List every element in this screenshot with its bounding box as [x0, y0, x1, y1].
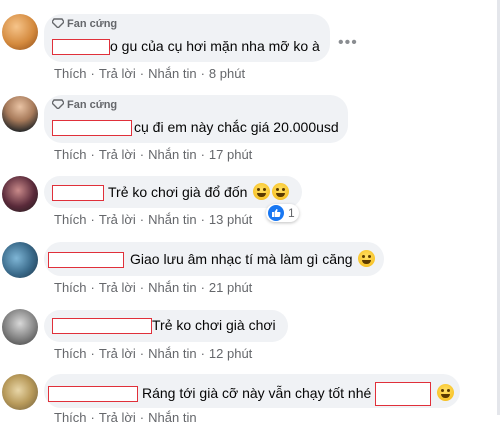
comment-bubble: Fan cứng o gu của cụ hơi mặn nha mỡ ko à — [44, 14, 330, 62]
avatar[interactable] — [2, 309, 38, 345]
diamond-icon — [52, 18, 64, 28]
diamond-icon — [52, 99, 64, 109]
laughing-emoji-icon — [272, 183, 290, 200]
comment-actions: Thích · Trả lời · Nhắn tin · 13 phút — [54, 212, 252, 227]
comment-bubble: Fan cứng cụ đi em này chắc giá 20.000usd — [44, 95, 348, 143]
avatar[interactable] — [2, 176, 38, 212]
comment-text-line: o gu của cụ hơi mặn nha mỡ ko à — [52, 38, 320, 55]
like-link[interactable]: Thích — [54, 147, 87, 162]
comment-text: Trẻ ko chơi già đổ đốn — [108, 184, 248, 200]
separator: · — [139, 66, 145, 81]
separator: · — [90, 280, 95, 295]
reaction-summary[interactable]: 1 — [266, 204, 299, 222]
like-link[interactable]: Thích — [54, 346, 87, 361]
comment-text-line: Trẻ ko chơi già đổ đốn — [52, 183, 290, 201]
separator: · — [200, 147, 205, 162]
separator: · — [200, 212, 205, 227]
comment-text-line: cụ đi em này chắc giá 20.000usd — [52, 119, 339, 136]
separator: · — [90, 66, 95, 81]
timestamp[interactable]: 13 phút — [209, 212, 252, 227]
separator: · — [90, 147, 95, 162]
redacted-name — [52, 39, 110, 55]
redacted-name — [52, 185, 104, 201]
message-link[interactable]: Nhắn tin — [148, 147, 196, 162]
reply-link[interactable]: Trả lời — [99, 410, 136, 425]
comment-actions: Thích · Trả lời · Nhắn tin — [54, 410, 197, 425]
comment-actions: Thích · Trả lời · Nhắn tin · 8 phút — [54, 66, 245, 81]
reply-link[interactable]: Trả lời — [99, 346, 136, 361]
comment-actions: Thích · Trả lời · Nhắn tin · 21 phút — [54, 280, 252, 295]
reply-link[interactable]: Trả lời — [99, 147, 136, 162]
separator: · — [90, 346, 95, 361]
fan-badge-label: Fan cứng — [67, 99, 118, 111]
laughing-emoji-icon — [253, 183, 271, 200]
separator: · — [90, 410, 95, 425]
fan-badge: Fan cứng — [52, 18, 117, 30]
separator: · — [200, 66, 205, 81]
separator: · — [139, 410, 145, 425]
comment-text: Ráng tới già cỡ này vẫn chạy tốt nhé — [142, 385, 372, 401]
redacted-name — [52, 120, 132, 136]
timestamp[interactable]: 8 phút — [209, 66, 245, 81]
like-link[interactable]: Thích — [54, 280, 87, 295]
like-thumb-icon — [268, 205, 284, 221]
like-link[interactable]: Thích — [54, 410, 87, 425]
laughing-emoji-icon — [437, 384, 455, 401]
laughing-emoji-icon — [358, 250, 376, 267]
redacted-region — [375, 382, 432, 406]
reply-link[interactable]: Trả lời — [99, 280, 136, 295]
separator: · — [200, 346, 205, 361]
reply-link[interactable]: Trả lời — [99, 212, 136, 227]
fan-badge: Fan cứng — [52, 99, 117, 111]
message-link[interactable]: Nhắn tin — [148, 410, 196, 425]
comment-bubble: Trẻ ko chơi già đổ đốn — [44, 176, 302, 208]
timestamp[interactable]: 21 phút — [209, 280, 252, 295]
comment-bubble: Ráng tới già cỡ này vẫn chạy tốt nhé — [44, 374, 460, 408]
separator: · — [139, 280, 145, 295]
redacted-name — [52, 318, 152, 334]
avatar[interactable] — [2, 374, 38, 410]
separator: · — [139, 147, 145, 162]
redacted-name — [48, 386, 138, 402]
separator: · — [139, 346, 145, 361]
more-options-icon[interactable]: ••• — [338, 34, 358, 52]
reaction-count: 1 — [288, 206, 295, 220]
avatar[interactable] — [2, 242, 38, 278]
like-link[interactable]: Thích — [54, 212, 87, 227]
comment-bubble: Trẻ ko chơi già chơi — [44, 310, 288, 342]
avatar[interactable] — [2, 96, 38, 132]
comment-text: Trẻ ko chơi già chơi — [152, 317, 276, 333]
comment-text-line: Trẻ ko chơi già chơi — [52, 317, 276, 334]
separator: · — [90, 212, 95, 227]
comment-text: Giao lưu âm nhạc tí mà làm gì căng — [130, 251, 353, 267]
reply-link[interactable]: Trả lời — [99, 66, 136, 81]
timestamp[interactable]: 12 phút — [209, 346, 252, 361]
message-link[interactable]: Nhắn tin — [148, 66, 196, 81]
separator: · — [139, 212, 145, 227]
message-link[interactable]: Nhắn tin — [148, 280, 196, 295]
comment-text: o gu của cụ hơi mặn nha mỡ ko à — [110, 38, 320, 54]
fan-badge-label: Fan cứng — [67, 18, 118, 30]
redacted-name — [48, 252, 124, 268]
separator: · — [200, 280, 205, 295]
avatar[interactable] — [2, 14, 38, 50]
comment-actions: Thích · Trả lời · Nhắn tin · 12 phút — [54, 346, 252, 361]
like-link[interactable]: Thích — [54, 66, 87, 81]
timestamp[interactable]: 17 phút — [209, 147, 252, 162]
comment-text-line: Ráng tới già cỡ này vẫn chạy tốt nhé — [48, 382, 455, 406]
comment-actions: Thích · Trả lời · Nhắn tin · 17 phút — [54, 147, 252, 162]
message-link[interactable]: Nhắn tin — [148, 212, 196, 227]
message-link[interactable]: Nhắn tin — [148, 346, 196, 361]
comment-text-line: Giao lưu âm nhạc tí mà làm gì căng — [48, 250, 376, 268]
comment-text: cụ đi em này chắc giá 20.000usd — [134, 119, 339, 135]
comment-bubble: Giao lưu âm nhạc tí mà làm gì căng — [44, 242, 384, 276]
